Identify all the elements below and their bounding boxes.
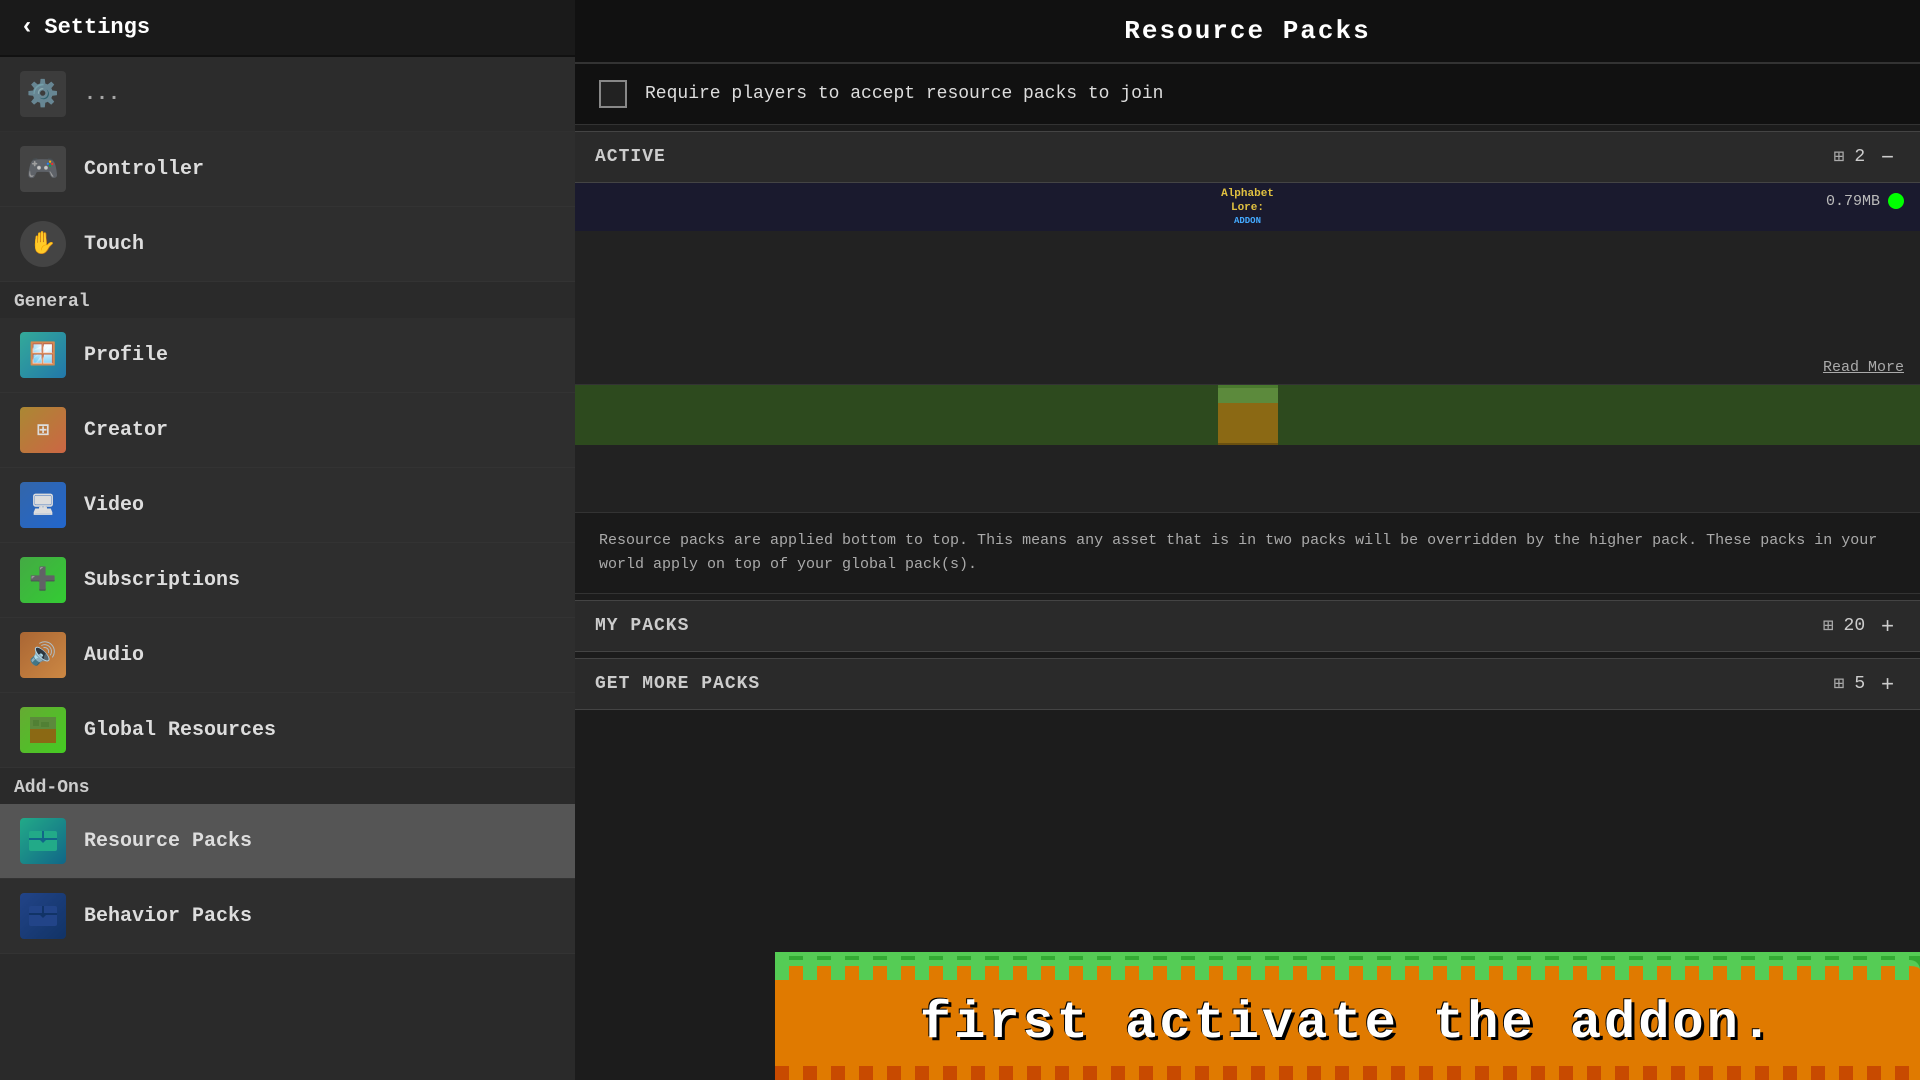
back-label: Settings [44, 15, 150, 40]
sidebar-items-list: ⚙️ ... 🎮 Controller ✋ Touch General 🪟 Pr… [0, 57, 575, 1080]
get-more-grid-icon: ⊞ [1833, 673, 1844, 695]
sidebar-item-resource-packs[interactable]: Resource Packs [0, 804, 575, 879]
subscriptions-icon: ➕ [20, 557, 66, 603]
sidebar-item-label: Video [84, 494, 144, 517]
active-section-header: ACTIVE ⊞ 2 − [575, 131, 1920, 183]
get-more-count: 5 [1854, 674, 1865, 694]
get-more-packs-label: GET MORE PACKS [595, 674, 1833, 694]
pack-item-global-resources[interactable]: Global Resources You can edit these in S… [575, 385, 1920, 513]
pack-size-alphabet: 0.79MB [1826, 193, 1880, 210]
pack-thumbnail-global [575, 385, 1920, 445]
sidebar-item-label: Creator [84, 419, 168, 442]
require-checkbox[interactable] [599, 80, 627, 108]
sidebar-item-label: Subscriptions [84, 569, 240, 592]
active-section-controls: ⊞ 2 − [1833, 142, 1900, 172]
get-more-controls: ⊞ 5 + [1833, 669, 1900, 699]
touch-icon: ✋ [20, 221, 66, 267]
grass-block-icon [1218, 385, 1278, 445]
creator-icon: ⊞ [20, 407, 66, 453]
active-section-label: ACTIVE [595, 147, 1833, 167]
sidebar-item-behavior-packs[interactable]: Behavior Packs [0, 879, 575, 954]
section-label-general: General [0, 282, 575, 318]
resource-packs-icon [20, 818, 66, 864]
page-title: Resource Packs [575, 0, 1920, 64]
controller-icon: 🎮 [20, 146, 66, 192]
video-icon: 🖥 [20, 482, 66, 528]
sidebar-item-label: Audio [84, 644, 144, 667]
get-more-packs-section-header: GET MORE PACKS ⊞ 5 + [575, 658, 1920, 710]
main-content: Resource Packs Require players to accept… [575, 0, 1920, 1080]
grid-icon: ⊞ [1833, 146, 1844, 168]
back-arrow-icon: ‹ [20, 14, 34, 41]
audio-icon: 🔊 [20, 632, 66, 678]
read-more-button[interactable]: Read More [1823, 359, 1904, 376]
sidebar-item-label: Resource Packs [84, 830, 252, 853]
add-get-more-button[interactable]: + [1875, 669, 1900, 699]
sidebar: ‹ Settings ⚙️ ... 🎮 Controller ✋ Touch G… [0, 0, 575, 1080]
sidebar-item-label: Behavior Packs [84, 905, 252, 928]
collapse-active-button[interactable]: − [1875, 142, 1900, 172]
require-label: Require players to accept resource packs… [645, 84, 1163, 104]
pack-item-alphabet-lore[interactable]: AlphabetLore: ADDON the alphabet lore Ga… [575, 183, 1920, 385]
sidebar-item-label: Global Resources [84, 719, 276, 742]
info-text: Resource packs are applied bottom to top… [575, 513, 1920, 594]
sidebar-item-truncated[interactable]: ⚙️ ... [0, 57, 575, 132]
content-area: Require players to accept resource packs… [575, 64, 1920, 1080]
my-packs-section-header: MY PACKS ⊞ 20 + [575, 600, 1920, 652]
sidebar-item-profile[interactable]: 🪟 Profile [0, 318, 575, 393]
packs-grid-icon: ⊞ [1823, 615, 1834, 637]
sidebar-item-global-resources[interactable]: Global Resources [0, 693, 575, 768]
sidebar-item-controller[interactable]: 🎮 Controller [0, 132, 575, 207]
add-my-pack-button[interactable]: + [1875, 611, 1900, 641]
my-packs-count: 20 [1844, 616, 1866, 636]
global-resources-icon [20, 707, 66, 753]
back-button[interactable]: ‹ Settings [0, 0, 575, 57]
sidebar-item-touch[interactable]: ✋ Touch [0, 207, 575, 282]
my-packs-controls: ⊞ 20 + [1823, 611, 1900, 641]
sidebar-item-video[interactable]: 🖥 Video [0, 468, 575, 543]
sidebar-item-label: ... [84, 83, 120, 106]
sidebar-item-label: Controller [84, 158, 204, 181]
profile-icon: 🪟 [20, 332, 66, 378]
my-packs-label: MY PACKS [595, 616, 1823, 636]
section-label-addons: Add-Ons [0, 768, 575, 804]
require-row: Require players to accept resource packs… [575, 64, 1920, 125]
sidebar-item-label: Touch [84, 233, 144, 256]
active-count: 2 [1854, 147, 1865, 167]
settings-icon: ⚙️ [20, 71, 66, 117]
sidebar-item-subscriptions[interactable]: ➕ Subscriptions [0, 543, 575, 618]
sidebar-item-creator[interactable]: ⊞ Creator [0, 393, 575, 468]
sidebar-item-audio[interactable]: 🔊 Audio [0, 618, 575, 693]
sidebar-item-label: Profile [84, 344, 168, 367]
behavior-packs-icon [20, 893, 66, 939]
pack-thumbnail-alphabet: AlphabetLore: ADDON [575, 183, 1920, 231]
pack-status-dot [1888, 193, 1904, 209]
